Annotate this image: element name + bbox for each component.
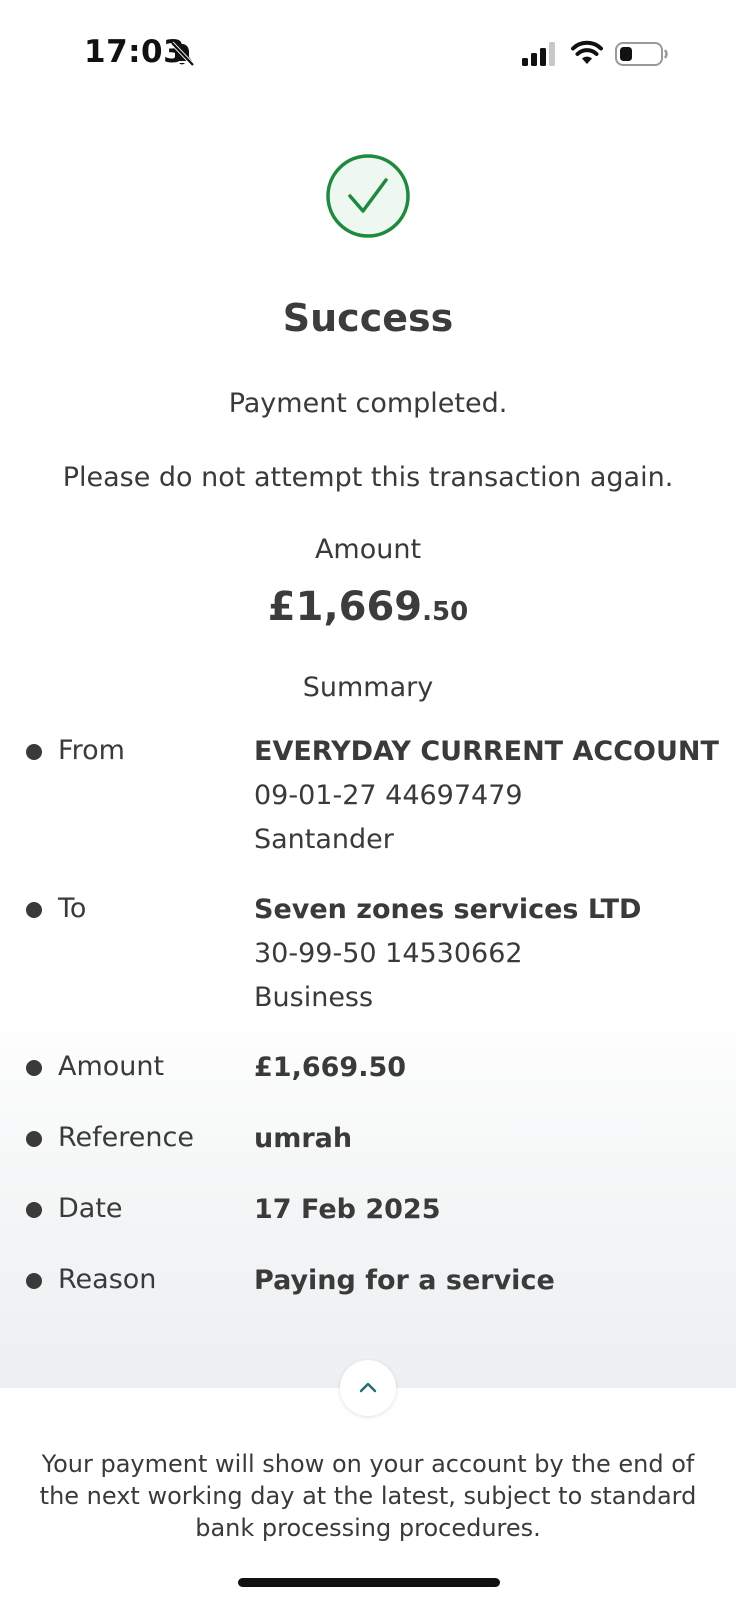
reason-value-wrap: Paying for a service [254, 1259, 555, 1303]
from-account-number: 09-01-27 44697479 [254, 780, 523, 811]
success-title: Success [282, 296, 454, 340]
collapse-summary-button[interactable] [340, 1360, 396, 1416]
to-name: Seven zones services LTD [254, 894, 642, 925]
bell-off-icon [170, 41, 195, 67]
from-details: EVERYDAY CURRENT ACCOUNT 09-01-27 446974… [254, 730, 719, 862]
wifi-icon [571, 40, 603, 64]
reference-label: Reference [58, 1122, 194, 1153]
reason-label: Reason [58, 1264, 157, 1295]
battery-icon [615, 42, 668, 66]
to-label: To [58, 893, 87, 924]
bullet [26, 1060, 42, 1076]
bullet [26, 1202, 42, 1218]
to-details: Seven zones services LTD 30-99-50 145306… [254, 888, 641, 1020]
date-value: 17 Feb 2025 [254, 1194, 441, 1225]
reference-value-wrap: umrah [254, 1117, 352, 1161]
bullet [26, 744, 42, 760]
amount-value: £1,669.50 [0, 584, 736, 630]
bullet [26, 1273, 42, 1289]
summary-heading: Summary [302, 672, 434, 703]
payment-success-screen: 17:03 Success Payment completed. Please … [0, 0, 736, 1600]
amount-label: Amount [314, 534, 422, 565]
from-account-name: EVERYDAY CURRENT ACCOUNT [254, 736, 719, 767]
payment-completed-message: Payment completed. [228, 388, 508, 419]
signal-icon [522, 42, 555, 66]
from-label: From [58, 735, 125, 766]
from-bank: Santander [254, 824, 394, 855]
amount-pence: .50 [422, 597, 469, 627]
date-value-wrap: 17 Feb 2025 [254, 1188, 441, 1232]
payment-timing-note: Your payment will show on your account b… [39, 1450, 697, 1542]
amount-main: £1,669 [267, 584, 423, 630]
status-bar: 17:03 [0, 0, 736, 100]
bullet [26, 1131, 42, 1147]
do-not-repeat-warning: Please do not attempt this transaction a… [62, 462, 674, 493]
summary-amount-value-wrap: £1,669.50 [254, 1046, 406, 1090]
date-label: Date [58, 1193, 123, 1224]
check-circle-icon [326, 154, 410, 238]
chevron-up-icon [359, 1382, 377, 1393]
reason-value: Paying for a service [254, 1265, 555, 1296]
home-indicator[interactable] [238, 1578, 500, 1587]
bullet [26, 902, 42, 918]
summary-amount-value: £1,669.50 [254, 1052, 407, 1083]
to-type: Business [254, 982, 374, 1013]
to-account-number: 30-99-50 14530662 [254, 938, 523, 969]
summary-amount-label: Amount [58, 1051, 165, 1082]
reference-value: umrah [254, 1123, 353, 1154]
